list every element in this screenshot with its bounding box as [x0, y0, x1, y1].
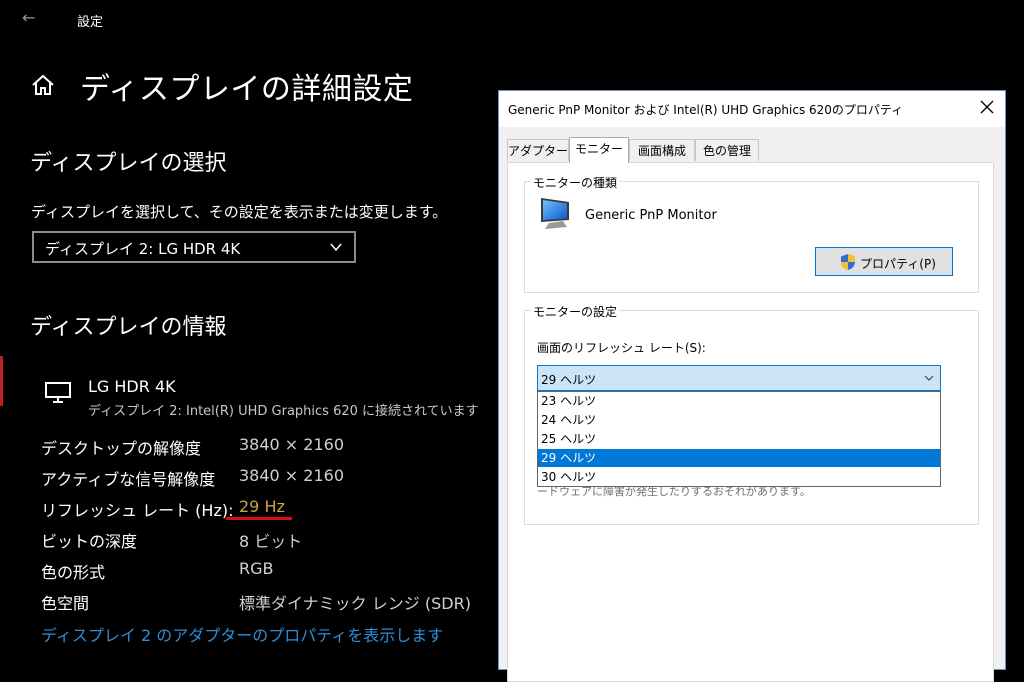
- monitor-tab-panel: モニターの種類 Generic PnP Monitor プロパティ(P) モニタ…: [507, 162, 994, 682]
- refresh-rate-combo-label: 画面のリフレッシュ レート(S):: [537, 341, 706, 355]
- display-select-value: ディスプレイ 2: LG HDR 4K: [45, 240, 241, 258]
- monitor-icon: [45, 382, 71, 403]
- color-space-value: 標準ダイナミック レンジ (SDR): [239, 594, 471, 613]
- refresh-rate-underline: [226, 517, 292, 520]
- refresh-option[interactable]: 24 ヘルツ: [538, 411, 940, 429]
- home-icon[interactable]: [30, 72, 56, 98]
- dialog-titlebar[interactable]: Generic PnP Monitor および Intel(R) UHD Gra…: [499, 91, 1005, 127]
- select-display-description: ディスプレイを選択して、その設定を表示または変更します。: [31, 203, 448, 221]
- monitor-settings-group: モニターの設定 画面のリフレッシュ レート(S): 29 ヘルツ 23 ヘルツ …: [524, 303, 979, 525]
- monitor-properties-label: プロパティ(P): [860, 257, 936, 271]
- adapter-properties-link[interactable]: ディスプレイ 2 のアダプターのプロパティを表示します: [41, 622, 443, 646]
- bit-depth-value: 8 ビット: [239, 532, 303, 551]
- refresh-option[interactable]: 30 ヘルツ: [538, 468, 940, 486]
- monitor-type-legend: モニターの種類: [531, 174, 620, 191]
- monitor-type-group: モニターの種類 Generic PnP Monitor プロパティ(P): [524, 174, 979, 293]
- refresh-rate-dropdown-list: 23 ヘルツ 24 ヘルツ 25 ヘルツ 29 ヘルツ 30 ヘルツ: [537, 391, 941, 487]
- tab-screen-config[interactable]: 画面構成: [629, 139, 695, 161]
- chevron-down-icon: [924, 375, 934, 381]
- chevron-down-icon: [330, 243, 342, 252]
- display-name: LG HDR 4K: [88, 377, 176, 396]
- color-space-label: 色空間: [41, 594, 90, 613]
- refresh-option[interactable]: 23 ヘルツ: [538, 392, 940, 410]
- tab-color-management[interactable]: 色の管理: [695, 139, 759, 161]
- desktop-resolution-label: デスクトップの解像度: [41, 439, 202, 458]
- active-signal-resolution-label: アクティブな信号解像度: [41, 470, 216, 489]
- app-title: 設定: [77, 15, 104, 30]
- back-arrow-icon[interactable]: ←: [22, 8, 35, 27]
- monitor-type-name: Generic PnP Monitor: [585, 208, 717, 223]
- monitor-settings-legend: モニターの設定: [531, 303, 620, 320]
- page-title: ディスプレイの詳細設定: [80, 72, 414, 107]
- color-format-label: 色の形式: [41, 563, 106, 582]
- dialog-title: Generic PnP Monitor および Intel(R) UHD Gra…: [508, 103, 904, 117]
- refresh-rate-label: リフレッシュ レート (Hz):: [41, 501, 234, 520]
- refresh-option-selected[interactable]: 29 ヘルツ: [538, 449, 940, 467]
- bit-depth-label: ビットの深度: [41, 532, 138, 551]
- refresh-rate-combobox[interactable]: 29 ヘルツ: [537, 365, 941, 391]
- refresh-rate-combo-value: 29 ヘルツ: [541, 373, 597, 387]
- desktop-resolution-value: 3840 × 2160: [239, 435, 345, 454]
- uac-shield-icon: [841, 254, 855, 270]
- monitor-icon: [541, 198, 569, 229]
- refresh-rate-value: 29 Hz: [239, 497, 285, 516]
- window-edge-marker: [0, 356, 3, 406]
- display-info-heading: ディスプレイの情報: [30, 315, 227, 340]
- refresh-option[interactable]: 25 ヘルツ: [538, 430, 940, 448]
- color-format-value: RGB: [239, 559, 274, 578]
- select-display-heading: ディスプレイの選択: [30, 151, 227, 176]
- properties-dialog: Generic PnP Monitor および Intel(R) UHD Gra…: [498, 90, 1006, 682]
- active-signal-resolution-value: 3840 × 2160: [239, 466, 345, 485]
- monitor-properties-button[interactable]: プロパティ(P): [815, 247, 953, 276]
- display-connection: ディスプレイ 2: Intel(R) UHD Graphics 620 に接続さ…: [88, 404, 479, 419]
- tab-monitor[interactable]: モニター: [569, 137, 629, 163]
- close-icon[interactable]: [980, 100, 994, 114]
- tab-adapter[interactable]: アダプター: [507, 139, 569, 161]
- display-select-dropdown[interactable]: ディスプレイ 2: LG HDR 4K: [32, 231, 356, 263]
